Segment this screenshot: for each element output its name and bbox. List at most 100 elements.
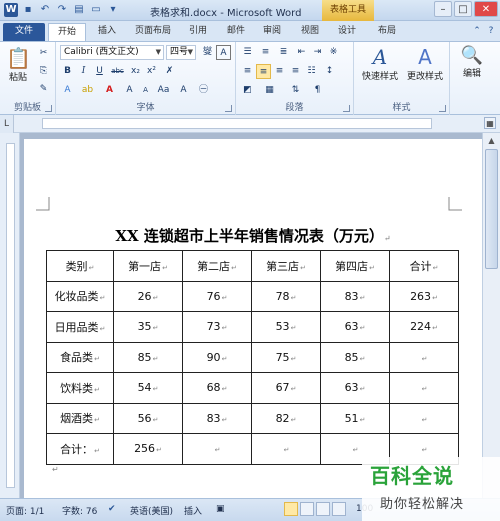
table-cell[interactable]: ↵ bbox=[389, 372, 459, 404]
word-count[interactable]: 字数: 76 bbox=[62, 504, 97, 517]
bold-icon[interactable]: B bbox=[60, 64, 75, 79]
italic-icon[interactable]: I bbox=[76, 64, 91, 79]
tab-references[interactable]: 引用 bbox=[182, 23, 214, 41]
tab-review[interactable]: 审阅 bbox=[256, 23, 288, 41]
table-cell[interactable]: 35↵ bbox=[113, 311, 183, 343]
table-cell[interactable]: ↵ bbox=[389, 341, 459, 373]
minimize-button[interactable]: – bbox=[434, 1, 452, 17]
table-cell[interactable]: 76↵ bbox=[182, 280, 252, 312]
table-cell[interactable]: 83↵ bbox=[320, 280, 390, 312]
cut-icon[interactable]: ✂ bbox=[36, 46, 51, 61]
change-case-icon[interactable]: Aa bbox=[156, 83, 171, 98]
tab-selector[interactable]: L bbox=[0, 115, 14, 133]
tab-layout[interactable]: 布局 bbox=[370, 23, 404, 41]
vertical-scrollbar[interactable]: ▲ bbox=[482, 133, 500, 498]
document-page[interactable]: XX 连锁超市上半年销售情况表（万元）↵ 类别↵ 第一店↵ 第二店↵ 第三店↵ … bbox=[24, 139, 482, 498]
table-cell[interactable]: 263↵ bbox=[389, 280, 459, 312]
header-cell[interactable]: 第一店↵ bbox=[113, 250, 183, 282]
table-cell[interactable]: 51↵ bbox=[320, 402, 390, 434]
align-right-icon[interactable]: ≡ bbox=[272, 64, 287, 79]
chinese-layout-icon[interactable]: ※ bbox=[326, 45, 341, 60]
strikethrough-icon[interactable]: abc bbox=[110, 64, 125, 79]
table-cell[interactable]: 56↵ bbox=[113, 402, 183, 434]
table-cell[interactable]: 饮料类↵ bbox=[46, 372, 114, 404]
close-button[interactable]: ✕ bbox=[474, 1, 498, 17]
format-painter-icon[interactable]: ✎ bbox=[36, 82, 51, 97]
shading-icon[interactable]: ◩ bbox=[240, 83, 255, 98]
table-cell[interactable]: 食品类↵ bbox=[46, 341, 114, 373]
table-cell[interactable]: 日用品类↵ bbox=[46, 311, 114, 343]
print-icon[interactable]: ▤ bbox=[72, 3, 86, 17]
font-size-combo[interactable]: 四号 ▼ bbox=[166, 45, 196, 60]
proofing-icon[interactable]: ✔ bbox=[108, 504, 116, 514]
tab-file[interactable]: 文件 bbox=[3, 23, 45, 41]
header-cell[interactable]: 合计↵ bbox=[389, 250, 459, 282]
line-spacing-icon[interactable]: ↕ bbox=[322, 64, 337, 79]
table-cell[interactable]: 化妆品类↵ bbox=[46, 280, 114, 312]
sales-table[interactable]: 类别↵ 第一店↵ 第二店↵ 第三店↵ 第四店↵ 合计↵ 化妆品类↵ 26↵ 76… bbox=[46, 250, 459, 465]
paragraph-launcher-icon[interactable] bbox=[343, 105, 350, 112]
table-cell[interactable]: 烟酒类↵ bbox=[46, 402, 114, 434]
header-cell[interactable]: 第四店↵ bbox=[320, 250, 390, 282]
copy-icon[interactable]: ⎘ bbox=[36, 64, 51, 79]
macro-record-icon[interactable]: ▣ bbox=[216, 504, 225, 514]
superscript-icon[interactable]: x² bbox=[144, 64, 159, 79]
tab-insert[interactable]: 插入 bbox=[90, 23, 124, 41]
phonetic-guide-icon[interactable]: 燮 bbox=[200, 45, 215, 60]
font-color-icon[interactable]: A bbox=[102, 83, 117, 98]
tab-home[interactable]: 开始 bbox=[48, 23, 86, 41]
table-cell[interactable]: 53↵ bbox=[251, 311, 321, 343]
undo-icon[interactable]: ↶ bbox=[38, 3, 52, 17]
outline-view-icon[interactable] bbox=[332, 502, 346, 516]
clipboard-launcher-icon[interactable] bbox=[45, 105, 52, 112]
save-icon[interactable]: ▪ bbox=[21, 3, 35, 17]
multilevel-list-icon[interactable]: ≣ bbox=[276, 45, 291, 60]
table-cell[interactable]: 75↵ bbox=[251, 341, 321, 373]
header-cell[interactable]: 类别↵ bbox=[46, 250, 114, 282]
table-cell[interactable]: ↵ bbox=[251, 433, 321, 465]
increase-indent-icon[interactable]: ⇥ bbox=[310, 45, 325, 60]
text-effects-icon[interactable]: A bbox=[60, 83, 75, 98]
bullets-icon[interactable]: ☰ bbox=[240, 45, 255, 60]
table-cell[interactable]: 67↵ bbox=[251, 372, 321, 404]
font-name-combo[interactable]: Calibri (西文正文) ▼ bbox=[60, 45, 164, 60]
align-left-icon[interactable]: ≡ bbox=[240, 64, 255, 79]
justify-icon[interactable]: ≡ bbox=[288, 64, 303, 79]
table-cell[interactable]: 90↵ bbox=[182, 341, 252, 373]
char-shading-icon[interactable]: A bbox=[176, 83, 191, 98]
header-cell[interactable]: 第二店↵ bbox=[182, 250, 252, 282]
help-icon[interactable]: ? bbox=[484, 23, 498, 41]
sort-icon[interactable]: ⇅ bbox=[288, 83, 303, 98]
table-cell[interactable]: ↵ bbox=[389, 402, 459, 434]
editing-button[interactable]: 🔍 编辑 bbox=[454, 45, 490, 79]
maximize-button[interactable]: □ bbox=[454, 1, 472, 17]
table-cell[interactable]: 68↵ bbox=[182, 372, 252, 404]
distributed-icon[interactable]: ☷ bbox=[304, 64, 319, 79]
table-cell[interactable]: 63↵ bbox=[320, 372, 390, 404]
borders-icon[interactable]: ▦ bbox=[262, 83, 277, 98]
paste-button[interactable]: 📋 粘贴 bbox=[6, 46, 31, 83]
table-cell[interactable]: 83↵ bbox=[182, 402, 252, 434]
web-layout-view-icon[interactable] bbox=[316, 502, 330, 516]
tab-view[interactable]: 视图 bbox=[294, 23, 326, 41]
table-cell[interactable]: 224↵ bbox=[389, 311, 459, 343]
vertical-ruler-strip[interactable] bbox=[6, 143, 15, 488]
subscript-icon[interactable]: x₂ bbox=[128, 64, 143, 79]
table-cell[interactable]: 78↵ bbox=[251, 280, 321, 312]
view-ruler-icon[interactable]: ▦ bbox=[484, 117, 496, 129]
quick-styles-button[interactable]: A 快速样式 bbox=[358, 45, 402, 82]
insert-mode[interactable]: 插入 bbox=[184, 504, 202, 517]
table-cell[interactable]: 256↵ bbox=[113, 433, 183, 465]
underline-icon[interactable]: U bbox=[92, 64, 107, 79]
decrease-indent-icon[interactable]: ⇤ bbox=[294, 45, 309, 60]
tab-mailings[interactable]: 邮件 bbox=[220, 23, 252, 41]
table-cell[interactable]: 82↵ bbox=[251, 402, 321, 434]
page-count[interactable]: 页面: 1/1 bbox=[6, 504, 44, 517]
highlight-icon[interactable]: ab bbox=[80, 83, 95, 98]
ruler-strip[interactable] bbox=[42, 118, 432, 129]
show-marks-icon[interactable]: ¶ bbox=[310, 83, 325, 98]
table-cell[interactable]: 54↵ bbox=[113, 372, 183, 404]
redo-icon[interactable]: ↷ bbox=[55, 3, 69, 17]
styles-launcher-icon[interactable] bbox=[439, 105, 446, 112]
print-layout-view-icon[interactable] bbox=[284, 502, 298, 516]
